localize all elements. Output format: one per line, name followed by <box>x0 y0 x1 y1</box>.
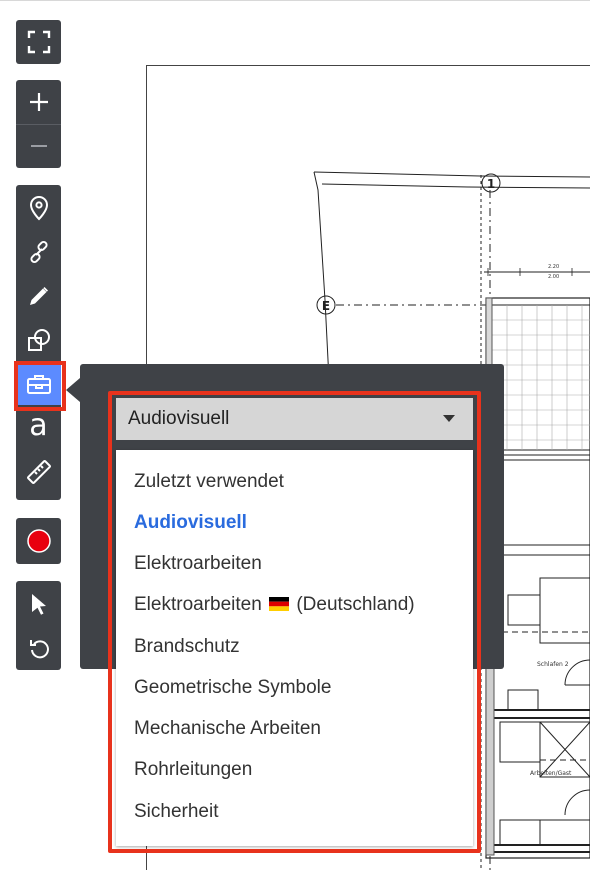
dropdown-highlight <box>108 391 481 853</box>
toolbar-group-zoom <box>16 80 61 168</box>
link-icon <box>29 240 48 264</box>
toolbar-group-view <box>16 20 61 64</box>
pin-tool-button[interactable] <box>16 187 61 229</box>
select-cursor-icon <box>31 594 46 615</box>
link-tool-button[interactable] <box>16 231 61 273</box>
toolbar-group-record <box>16 518 61 564</box>
toolbar-group-tools: a <box>16 185 61 500</box>
zoom-out-button[interactable] <box>16 125 61 167</box>
room-label-arbeiten: Arbeiten/Gast <box>530 770 572 777</box>
room-label-schlafen: Schlafen 2 <box>537 661 569 668</box>
symbols-tool-highlight <box>14 361 66 411</box>
ruler-icon <box>26 460 51 484</box>
record-icon <box>26 529 51 553</box>
zoom-out-icon <box>30 145 47 147</box>
shapes-tool-button[interactable] <box>16 319 61 361</box>
measure-tool-button[interactable] <box>16 451 61 493</box>
grid-axis-1-label: 1 <box>487 177 495 191</box>
popup-pointer <box>66 378 80 402</box>
shapes-icon <box>27 329 50 351</box>
toolbar-group-history <box>16 581 61 670</box>
text-icon: a <box>29 408 48 443</box>
text-tool-button[interactable]: a <box>16 407 61 449</box>
select-tool-button[interactable] <box>16 583 61 625</box>
zoom-in-icon <box>29 93 48 111</box>
dimension-label-a: 2.20 <box>548 264 559 270</box>
grid-axis-e-label: E <box>322 299 330 313</box>
dimension-label-b: 2.00 <box>548 274 559 280</box>
zoom-in-button[interactable] <box>16 81 61 123</box>
fullscreen-button[interactable] <box>16 21 61 63</box>
draw-tool-button[interactable] <box>16 275 61 317</box>
undo-button[interactable] <box>16 627 61 669</box>
undo-icon <box>29 640 49 659</box>
map-pin-icon <box>29 196 48 221</box>
record-button[interactable] <box>16 520 61 562</box>
fullscreen-icon <box>27 30 50 54</box>
pencil-icon <box>29 287 48 305</box>
